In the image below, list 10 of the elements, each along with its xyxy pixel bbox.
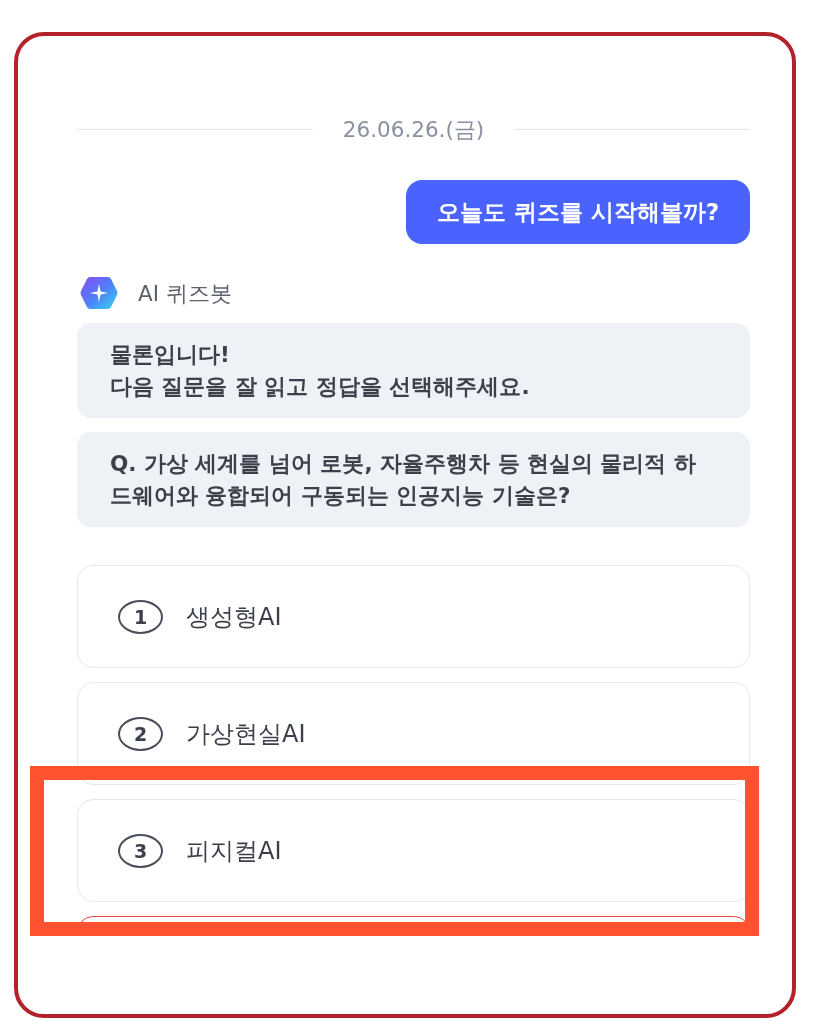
option-number: 2 (118, 716, 163, 751)
date-label: 26.06.26.(금) (342, 115, 485, 144)
answer-option[interactable]: 1 생성형AI (77, 565, 750, 668)
bot-avatar-icon (80, 276, 118, 310)
bot-name: AI 퀴즈봇 (138, 279, 232, 308)
option-number: 3 (118, 833, 163, 868)
bot-message: Q. 가상 세계를 넘어 로봇, 자율주행차 등 현실의 물리적 하드웨어와 융합되어 구동되는 인공지능 기술은? (77, 432, 750, 527)
user-message: 오늘도 퀴즈를 시작해볼까? (406, 180, 750, 244)
bot-message: 물론입니다! 다음 질문을 잘 읽고 정답을 선택해주세요. (77, 323, 750, 418)
option-number: 1 (118, 599, 163, 634)
